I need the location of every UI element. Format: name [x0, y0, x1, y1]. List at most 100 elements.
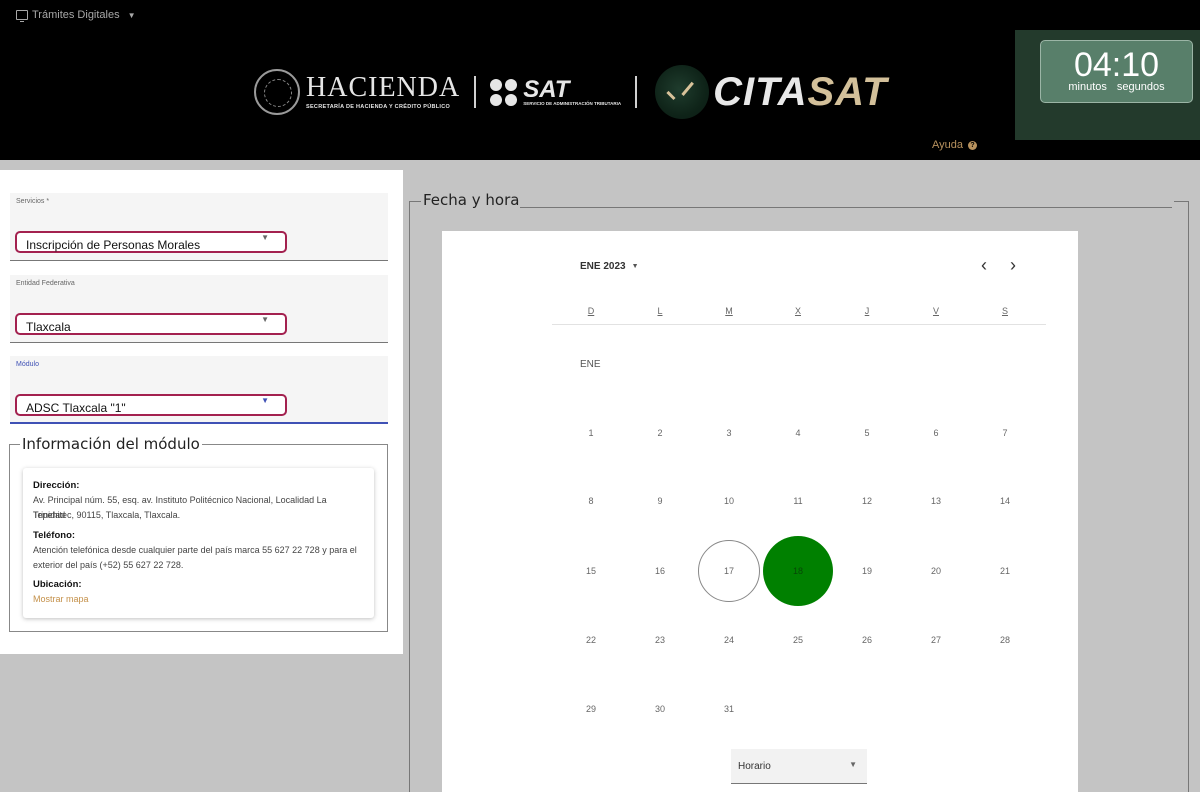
calendar-day[interactable]: 14 [974, 470, 1036, 532]
timer-minutes-label: minutos [1068, 81, 1107, 93]
servicios-label: Servicios * [16, 198, 50, 205]
sat-subtitle: SERVICIO DE ADMINISTRACIÓN TRIBUTARIA [523, 100, 622, 106]
field-underline-active [10, 422, 388, 424]
logo-divider [474, 76, 477, 108]
sat-title: SAT [523, 75, 570, 103]
calendar-day[interactable]: 3 [698, 402, 760, 464]
fieldset-border-right [1188, 201, 1189, 792]
tramites-label: Trámites Digitales [32, 9, 120, 21]
ayuda-label: Ayuda [932, 139, 963, 151]
entidad-select[interactable]: Tlaxcala ▼ [15, 313, 287, 335]
timer-seconds-label: segundos [1116, 81, 1165, 93]
ubicacion-label: Ubicación: [33, 579, 82, 590]
prev-month-button[interactable]: ‹ [981, 256, 987, 274]
calendar-day[interactable]: 30 [629, 678, 691, 740]
calendar-day[interactable]: 27 [905, 609, 967, 671]
calendar-day[interactable]: 31 [698, 678, 760, 740]
telefono-line-1: Atención telefónica desde cualquier part… [33, 545, 357, 555]
timer-units: minutos segundos [1041, 81, 1192, 93]
citasat-cita: CITA [713, 69, 808, 114]
left-form-panel: Servicios * Inscripción de Personas Mora… [0, 170, 403, 654]
servicios-value: Inscripción de Personas Morales [26, 238, 201, 252]
calendar-day[interactable]: 26 [836, 609, 898, 671]
next-month-button[interactable]: › [1010, 256, 1016, 274]
tramites-digitales-menu[interactable]: Trámites Digitales ▼ [16, 9, 136, 22]
timer-container: 04:10 minutos segundos [1015, 30, 1200, 140]
ayuda-link[interactable]: Ayuda ? [932, 139, 977, 151]
calendar-day[interactable]: 17 [698, 540, 760, 602]
calendar-day[interactable]: 10 [698, 470, 760, 532]
horario-select[interactable]: Horario ▼ [731, 749, 867, 784]
direccion-line-2: Tepehitec, 90115, Tlaxcala, Tlaxcala. [33, 510, 181, 520]
field-underline [10, 260, 388, 261]
weekday-header: X [794, 306, 801, 316]
calendar-day[interactable]: 25 [767, 609, 829, 671]
sat-logo: SAT SERVICIO DE ADMINISTRACIÓN TRIBUTARI… [523, 75, 622, 106]
calendar-day[interactable]: 1 [560, 402, 622, 464]
weekday-header: L [657, 306, 663, 316]
calendar-day[interactable]: 29 [560, 678, 622, 740]
direccion-label: Dirección: [33, 480, 80, 491]
calendar-day-selected[interactable]: 18 [763, 536, 833, 606]
modulo-select[interactable]: ADSC Tlaxcala "1" ▼ [15, 394, 287, 416]
calendar-day[interactable]: 8 [560, 470, 622, 532]
citasat-logo: CITASAT [713, 70, 887, 115]
calendar-day[interactable]: 28 [974, 609, 1036, 671]
calendar-day[interactable]: 15 [560, 540, 622, 602]
mostrar-mapa-link[interactable]: Mostrar mapa [33, 592, 89, 607]
hacienda-title: HACIENDA [306, 72, 461, 103]
calendar-day[interactable]: 4 [767, 402, 829, 464]
modulo-label: Módulo [16, 361, 39, 368]
weekday-header: M [725, 306, 733, 316]
calendar-day[interactable]: 6 [905, 402, 967, 464]
entidad-value: Tlaxcala [26, 320, 71, 334]
modulo-value: ADSC Tlaxcala "1" [26, 401, 126, 415]
dropdown-arrow-icon: ▼ [261, 233, 269, 242]
calendar-day[interactable]: 24 [698, 609, 760, 671]
entidad-field: Entidad Federativa Tlaxcala ▼ [10, 275, 388, 343]
weekday-divider [552, 324, 1046, 325]
horario-label: Horario [738, 761, 771, 772]
calendar-day[interactable]: 13 [905, 470, 967, 532]
servicios-select[interactable]: Inscripción de Personas Morales ▼ [15, 231, 287, 253]
fieldset-border-top [1174, 201, 1188, 202]
logo-divider [635, 76, 638, 108]
fieldset-border-top [409, 201, 421, 202]
calendar-day[interactable]: 5 [836, 402, 898, 464]
dropdown-arrow-icon: ▼ [261, 396, 269, 405]
clock-logo-icon [655, 65, 710, 119]
sat-mark-icon [490, 78, 518, 106]
modulo-field: Módulo ADSC Tlaxcala "1" ▼ [10, 356, 388, 424]
help-icon: ? [968, 140, 977, 150]
calendar-day[interactable]: 16 [629, 540, 691, 602]
timer-value: 04:10 [1073, 46, 1160, 84]
fieldset-border-left [409, 201, 410, 792]
calendar-day[interactable]: 9 [629, 470, 691, 532]
dropdown-arrow-icon: ▼ [261, 315, 269, 324]
calendar-day[interactable]: 12 [836, 470, 898, 532]
caret-down-icon: ▼ [127, 10, 136, 20]
calendar-day[interactable]: 23 [629, 609, 691, 671]
month-year-selector[interactable]: ENE 2023 ▼ [580, 261, 639, 272]
fecha-hora-title: Fecha y hora [423, 191, 520, 209]
dropdown-arrow-icon: ▼ [631, 263, 639, 270]
calendar-day[interactable]: 22 [560, 609, 622, 671]
calendar-day[interactable]: 2 [629, 402, 691, 464]
servicios-field: Servicios * Inscripción de Personas Mora… [10, 193, 388, 261]
weekday-header: J [864, 306, 870, 316]
calendar-day[interactable]: 20 [905, 540, 967, 602]
national-seal-logo [254, 69, 300, 115]
countdown-timer: 04:10 minutos segundos [1040, 40, 1193, 103]
calendar-panel: ENE 2023 ▼ ‹ › DLMXJVS ENE 1 2 3 4 5 6 7 8 9 10 11… [442, 231, 1078, 792]
monitor-icon [16, 10, 28, 22]
calendar-day[interactable]: 19 [836, 540, 898, 602]
hacienda-subtitle: SECRETARÍA DE HACIENDA Y CRÉDITO PÚBLICO [306, 104, 451, 110]
fieldset-border-top [520, 207, 1172, 208]
calendar-day[interactable]: 11 [767, 470, 829, 532]
field-underline [10, 342, 388, 343]
month-year-label: ENE 2023 [580, 261, 626, 272]
citasat-sat: SAT [807, 69, 888, 114]
calendar-day[interactable]: 21 [974, 540, 1036, 602]
calendar-day[interactable]: 7 [974, 402, 1036, 464]
hacienda-logo: HACIENDA SECRETARÍA DE HACIENDA Y CRÉDIT… [306, 72, 461, 111]
